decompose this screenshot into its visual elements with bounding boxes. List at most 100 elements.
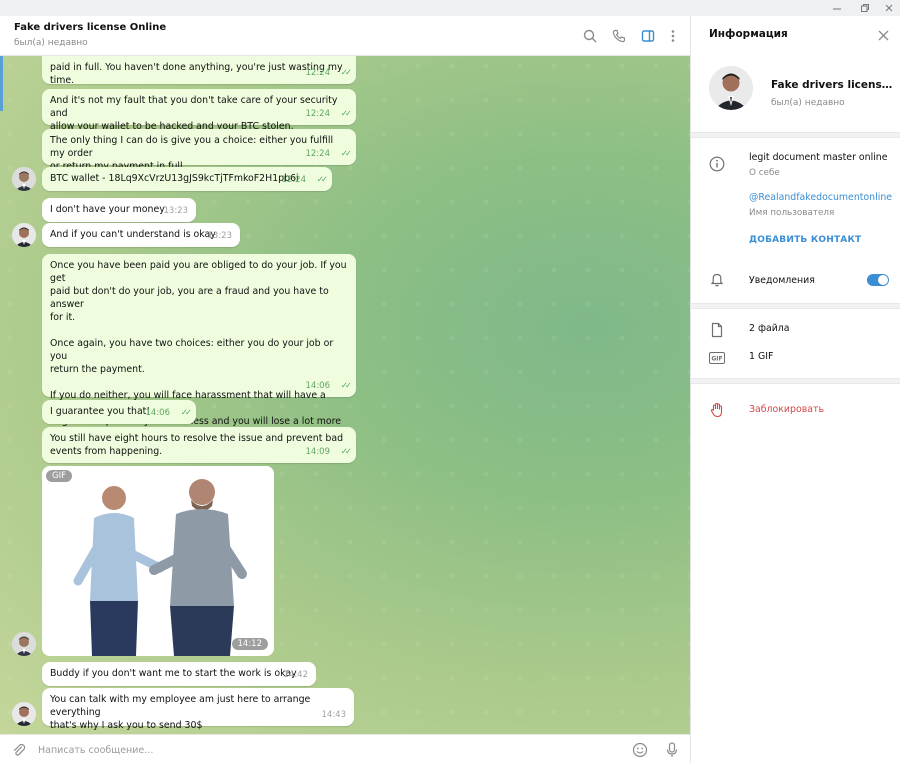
restore-icon xyxy=(861,4,869,12)
profile-avatar[interactable] xyxy=(709,66,753,110)
gif-icon: GIF xyxy=(707,348,727,368)
person-avatar-icon xyxy=(12,167,36,191)
shared-gifs-item[interactable]: 1 GIF xyxy=(749,351,773,362)
window-titlebar xyxy=(0,0,900,16)
close-window-button[interactable] xyxy=(874,0,900,16)
message-bubble[interactable]: You still have eight hours to resolve th… xyxy=(42,427,356,463)
message-bubble[interactable]: And it's not my fault that you don't tak… xyxy=(42,89,356,132)
message-bubble[interactable]: The only thing I can do is give you a ch… xyxy=(42,129,356,172)
message-time: 13:23 xyxy=(207,231,233,241)
message-text: And if you can't understand is okay xyxy=(50,229,216,240)
profile-username-label: Имя пользователя xyxy=(749,208,835,218)
profile-username[interactable]: @Realandfakedocumentonline xyxy=(749,192,892,203)
emoji-button[interactable] xyxy=(630,740,650,760)
profile-status: был(а) недавно xyxy=(771,98,845,108)
close-icon xyxy=(878,30,888,40)
close-info-panel-button[interactable] xyxy=(874,26,892,44)
message-input[interactable] xyxy=(38,741,618,759)
microphone-icon xyxy=(666,742,678,757)
double-check-icon: ✓✓ xyxy=(340,109,352,119)
gif-preview-image xyxy=(42,466,274,656)
info-panel-title: Информация xyxy=(709,28,788,40)
chat-messages-area[interactable]: paid in full. You haven't done anything,… xyxy=(0,56,690,734)
message-text: paid in full. You haven't done anything,… xyxy=(50,62,346,86)
incoming-message-bubble[interactable]: And if you can't understand is okay 13:2… xyxy=(42,223,240,247)
message-time: 12:24 xyxy=(281,175,307,185)
message-time: 13:23 xyxy=(163,206,189,216)
message-bubble[interactable]: BTC wallet - 18Lq9XcVrzU13gJS9kcTjTFmkoF… xyxy=(42,167,332,191)
message-composer xyxy=(0,734,690,763)
double-check-icon: ✓✓ xyxy=(340,68,352,78)
message-time: 14:06 xyxy=(145,408,171,418)
section-divider xyxy=(691,132,900,138)
double-check-icon: ✓✓ xyxy=(340,447,352,457)
file-icon xyxy=(707,320,727,340)
gif-message[interactable]: GIF 14:12 xyxy=(42,466,274,656)
sender-avatar[interactable] xyxy=(12,167,36,191)
message-time: 14:12 xyxy=(231,638,268,650)
chat-title: Fake drivers license Online xyxy=(14,22,167,33)
more-vertical-icon xyxy=(671,30,675,42)
profile-bio: legit document master online xyxy=(749,152,888,163)
section-divider xyxy=(691,378,900,384)
more-options-button[interactable] xyxy=(663,26,683,46)
attach-button[interactable] xyxy=(9,740,29,760)
notifications-label: Уведомления xyxy=(749,275,815,286)
sender-avatar[interactable] xyxy=(12,223,36,247)
message-time: 14:42 xyxy=(283,670,309,680)
message-time: 14:06 xyxy=(305,381,331,391)
profile-name: Fake drivers license Online xyxy=(771,79,895,91)
incoming-message-bubble[interactable]: You can talk with my employee am just he… xyxy=(42,688,354,731)
message-text: Buddy if you don't want me to start the … xyxy=(50,668,297,679)
message-text: You still have eight hours to resolve th… xyxy=(50,433,344,457)
double-check-icon: ✓✓ xyxy=(340,149,352,159)
info-icon xyxy=(707,154,727,174)
message-time: 12:24 xyxy=(305,149,331,159)
person-avatar-icon xyxy=(12,223,36,247)
message-text: And it's not my fault that you don't tak… xyxy=(50,95,338,132)
paperclip-icon xyxy=(14,743,26,756)
notifications-toggle[interactable] xyxy=(867,274,889,286)
person-avatar-icon xyxy=(12,632,36,656)
incoming-message-bubble[interactable]: I don't have your money 13:23 xyxy=(42,198,196,222)
message-bubble[interactable]: Once you have been paid you are obliged … xyxy=(42,254,356,453)
scroll-indicator xyxy=(0,56,3,111)
person-avatar-icon xyxy=(709,66,753,110)
message-time: 12:24 xyxy=(305,109,331,119)
message-time: 14:09 xyxy=(305,447,331,457)
search-button[interactable] xyxy=(580,26,600,46)
voice-message-button[interactable] xyxy=(662,740,682,760)
message-bubble[interactable]: paid in full. You haven't done anything,… xyxy=(42,56,356,86)
block-user-button[interactable]: Заблокировать xyxy=(749,404,824,415)
message-time: 14:43 xyxy=(321,710,347,720)
message-time: 12:24 xyxy=(305,68,331,78)
call-button[interactable] xyxy=(609,26,629,46)
chat-status: был(а) недавно xyxy=(14,38,88,48)
chat-header[interactable]: Fake drivers license Online был(а) недав… xyxy=(0,16,690,56)
message-text: You can talk with my employee am just he… xyxy=(50,694,311,731)
double-check-icon: ✓✓ xyxy=(180,408,192,418)
search-icon xyxy=(583,29,597,43)
sidebar-toggle-icon xyxy=(641,30,655,42)
svg-text:GIF: GIF xyxy=(711,356,722,363)
sender-avatar[interactable] xyxy=(12,702,36,726)
phone-icon xyxy=(612,29,626,43)
hand-stop-icon xyxy=(707,400,727,420)
double-check-icon: ✓✓ xyxy=(340,381,352,391)
minimize-button[interactable] xyxy=(822,0,852,16)
shared-files-item[interactable]: 2 файла xyxy=(749,323,790,334)
message-text: Once you have been paid you are obliged … xyxy=(50,260,347,453)
sender-avatar[interactable] xyxy=(12,632,36,656)
smile-icon xyxy=(632,742,648,758)
double-check-icon: ✓✓ xyxy=(316,175,328,185)
minimize-icon xyxy=(833,8,841,10)
add-contact-button[interactable]: ДОБАВИТЬ КОНТАКТ xyxy=(749,235,861,245)
incoming-message-bubble[interactable]: Buddy if you don't want me to start the … xyxy=(42,662,316,686)
message-bubble[interactable]: I guarantee you that! 14:06 ✓✓ xyxy=(42,400,196,424)
info-panel: Информация Fake drivers license Online б… xyxy=(690,16,900,763)
person-avatar-icon xyxy=(12,702,36,726)
section-divider xyxy=(691,303,900,309)
gif-badge: GIF xyxy=(46,470,72,482)
toggle-info-panel-button[interactable] xyxy=(638,26,658,46)
close-icon xyxy=(885,4,893,12)
